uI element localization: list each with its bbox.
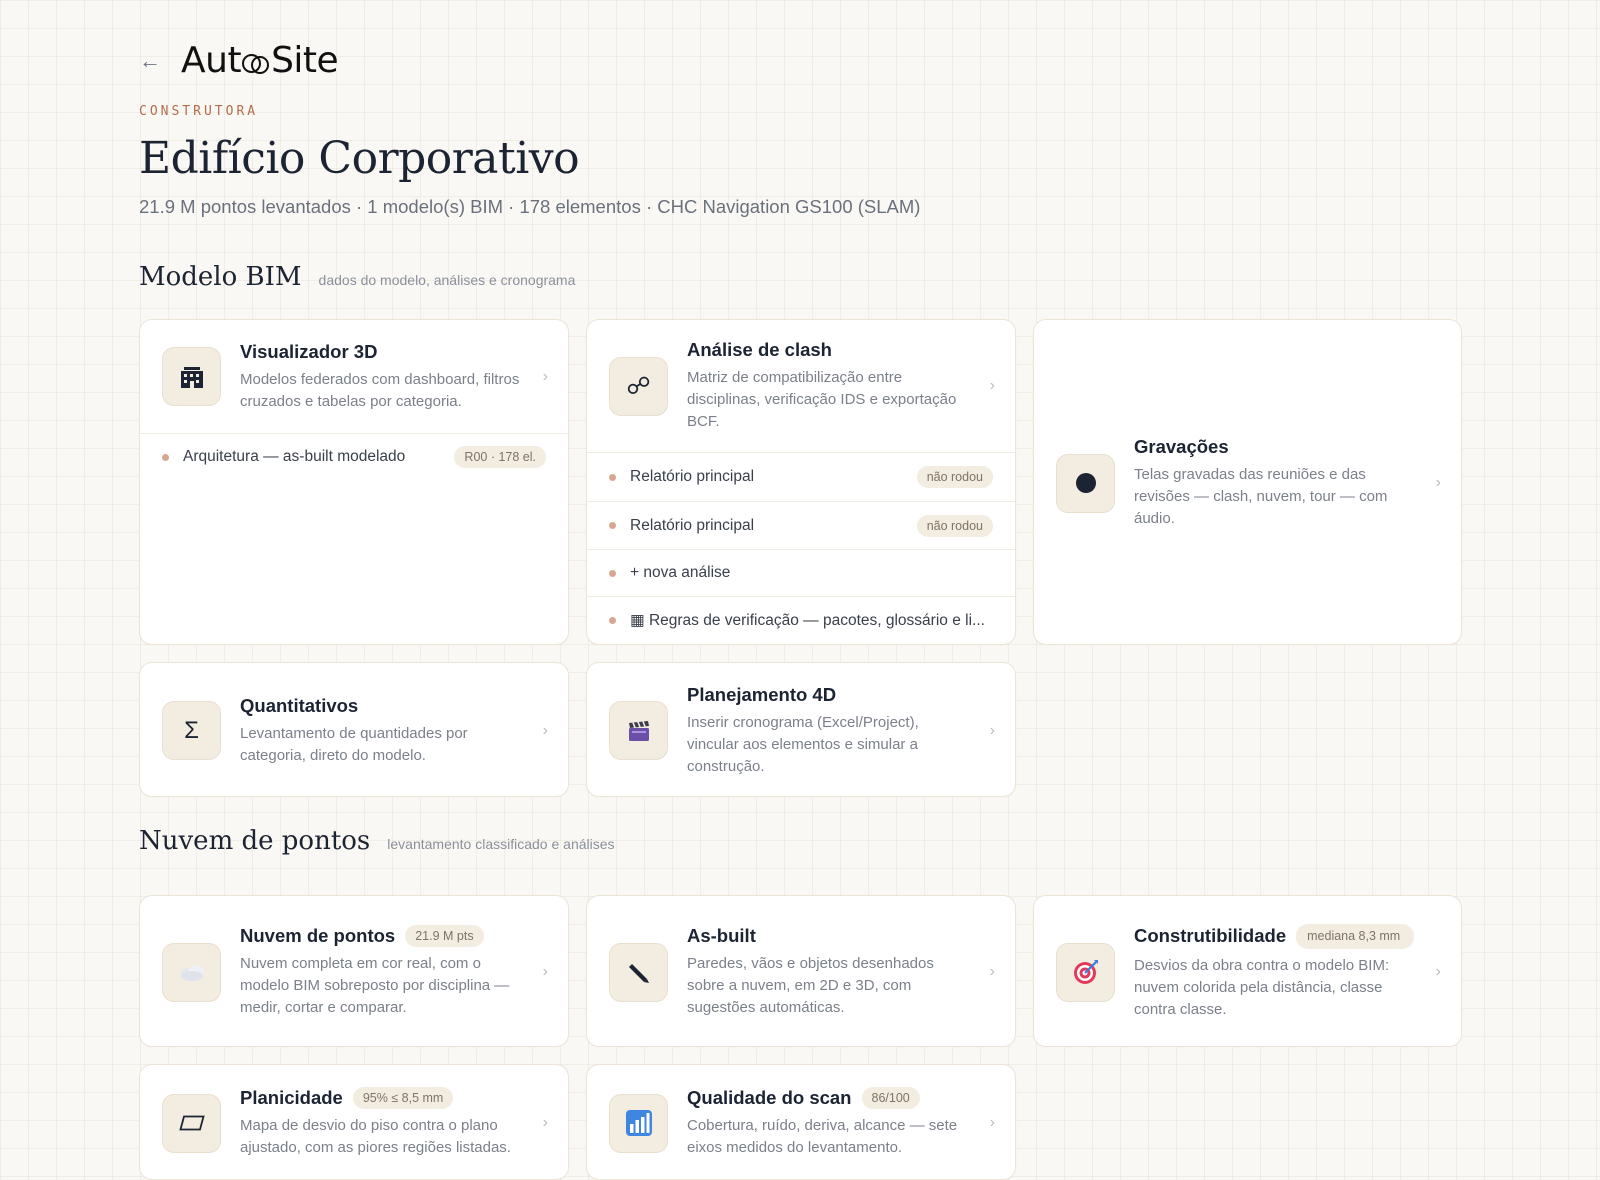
- status-badge: não rodou: [916, 466, 993, 488]
- card-title: Gravações: [1134, 436, 1229, 457]
- card-title: Planejamento 4D: [687, 683, 837, 705]
- chevron-right-icon: ›: [989, 721, 995, 739]
- section-hint: levantamento classificado e análises: [387, 836, 615, 852]
- card-scan-quality: Qualidade do scan 86/100 Cobertura, ruíd…: [586, 1064, 1016, 1180]
- model-row-label: Arquitetura — as-built modelado: [183, 448, 406, 465]
- page-title: Edifício Corporativo: [139, 133, 580, 184]
- verification-rules-label: ▦ Regras de verificação — pacotes, gloss…: [630, 612, 985, 629]
- bullet-dot: [609, 522, 616, 529]
- card-as-built-main[interactable]: As-built Paredes, vãos e objetos desenha…: [587, 896, 1015, 1046]
- point-count-badge: 21.9 M pts: [405, 925, 484, 947]
- card-viewer-3d-main[interactable]: Visualizador 3D Modelos federados com da…: [140, 320, 568, 433]
- card-constructability: Construtibilidade mediana 8,3 mm Desvios…: [1033, 895, 1462, 1047]
- parallelogram-icon: [162, 1093, 221, 1153]
- chevron-right-icon: ›: [1435, 963, 1441, 980]
- bullet-dot: [162, 453, 169, 461]
- card-point-cloud-main[interactable]: Nuvem de pontos 21.9 M pts Nuvem complet…: [140, 896, 568, 1046]
- card-title: Planicidade: [240, 1087, 343, 1108]
- chevron-right-icon: ›: [542, 963, 548, 980]
- cloud-icon: [162, 942, 221, 1002]
- card-description: Nuvem completa em cor real, com o modelo…: [240, 955, 510, 1016]
- card-scan-quality-main[interactable]: Qualidade do scan 86/100 Cobertura, ruíd…: [587, 1065, 1015, 1179]
- card-description: Paredes, vãos e objetos desenhados sobre…: [687, 955, 934, 1016]
- bar-chart-icon: [609, 1093, 668, 1153]
- card-title: Qualidade do scan: [687, 1087, 852, 1108]
- link-icon: ☍: [609, 356, 668, 416]
- card-as-built: As-built Paredes, vãos e objetos desenha…: [586, 895, 1016, 1047]
- report-label: Relatório principal: [630, 516, 755, 534]
- report-label: Relatório principal: [630, 468, 755, 485]
- card-4d-planning-main[interactable]: Planejamento 4D Inserir cronograma (Exce…: [587, 663, 1015, 796]
- card-title: Nuvem de pontos: [240, 925, 396, 946]
- card-title: Construtibilidade: [1134, 925, 1287, 946]
- score-badge: 86/100: [861, 1087, 920, 1109]
- project-summary: 21.9 M pontos levantados · 1 modelo(s) B…: [139, 196, 921, 217]
- verification-rules-row[interactable]: ▦ Regras de verificação — pacotes, gloss…: [587, 596, 1015, 644]
- pen-icon: [609, 942, 668, 1002]
- chevron-right-icon: ›: [542, 367, 548, 385]
- card-point-cloud: Nuvem de pontos 21.9 M pts Nuvem complet…: [139, 895, 569, 1047]
- card-description: Levantamento de quantidades por categori…: [240, 724, 468, 764]
- chevron-right-icon: ›: [1435, 474, 1441, 491]
- card-recordings: Gravações Telas gravadas das reuniões e …: [1033, 319, 1462, 645]
- card-recordings-main[interactable]: Gravações Telas gravadas das reuniões e …: [1034, 320, 1461, 644]
- card-flatness-main[interactable]: Planicidade 95% ≤ 8,5 mm Mapa de desvio …: [140, 1065, 568, 1179]
- section-hint: dados do modelo, análises e cronograma: [318, 272, 576, 288]
- card-description: Telas gravadas das reuniões e das revisõ…: [1134, 466, 1388, 527]
- card-clash-main[interactable]: ☍ Análise de clash Matriz de compatibili…: [587, 320, 1015, 452]
- card-flatness: Planicidade 95% ≤ 8,5 mm Mapa de desvio …: [139, 1064, 569, 1180]
- card-description: Inserir cronograma (Excel/Project), vinc…: [687, 713, 919, 775]
- chevron-right-icon: ›: [989, 963, 995, 980]
- card-title: Análise de clash: [687, 339, 832, 360]
- chevron-right-icon: ›: [542, 721, 548, 739]
- target-icon: [1056, 942, 1115, 1002]
- sigma-icon: Σ: [162, 701, 221, 760]
- card-description: Modelos federados com dashboard, filtros…: [240, 370, 520, 410]
- chevron-right-icon: ›: [989, 1114, 995, 1131]
- card-title: Visualizador 3D: [240, 340, 378, 362]
- card-description: Mapa de desvio do piso contra o plano aj…: [240, 1117, 511, 1156]
- model-row[interactable]: Arquitetura — as-built modelado R00 · 17…: [140, 433, 568, 480]
- card-title: As-built: [687, 925, 756, 946]
- status-badge: não rodou: [916, 514, 993, 537]
- section-cloud-header: Nuvem de pontos levantamento classificad…: [139, 826, 615, 856]
- logo[interactable]: Aut Site: [181, 40, 339, 81]
- card-clash-analysis: ☍ Análise de clash Matriz de compatibili…: [586, 319, 1016, 645]
- new-analysis-label: + nova análise: [630, 564, 731, 581]
- card-4d-planning: Planejamento 4D Inserir cronograma (Exce…: [586, 662, 1016, 797]
- chevron-right-icon: ›: [989, 377, 995, 394]
- section-title: Modelo BIM: [139, 262, 302, 292]
- company-label: CONSTRUTORA: [139, 104, 259, 119]
- topbar: ← Aut Site: [139, 40, 339, 81]
- bullet-dot: [609, 617, 616, 624]
- card-viewer-3d: Visualizador 3D Modelos federados com da…: [139, 319, 569, 645]
- back-arrow-icon[interactable]: ←: [139, 49, 161, 72]
- card-quantities-main[interactable]: Σ Quantitativos Levantamento de quantida…: [140, 663, 568, 796]
- page: ← Aut Site CONSTRUTORA Edifício Corporati…: [0, 0, 1600, 1180]
- card-title: Quantitativos: [240, 694, 359, 716]
- clash-report-row[interactable]: Relatório principal não rodou: [587, 452, 1015, 501]
- building-crane-icon: [162, 347, 221, 406]
- record-dot-icon: [1056, 453, 1115, 513]
- card-description: Matriz de compatibilização entre discipl…: [687, 369, 957, 430]
- new-analysis-row[interactable]: + nova análise: [587, 549, 1015, 596]
- card-description: Desvios da obra contra o modelo BIM: nuv…: [1134, 956, 1390, 1018]
- chevron-right-icon: ›: [542, 1114, 548, 1131]
- card-quantities: Σ Quantitativos Levantamento de quantida…: [139, 662, 569, 797]
- clapperboard-icon: [609, 701, 668, 760]
- clash-report-row[interactable]: Relatório principal não rodou: [587, 501, 1015, 549]
- section-bim-header: Modelo BIM dados do modelo, análises e c…: [139, 262, 575, 292]
- revision-badge: R00 · 178 el.: [454, 446, 546, 468]
- section-title: Nuvem de pontos: [139, 826, 371, 856]
- bullet-dot: [609, 473, 616, 481]
- card-constructability-main[interactable]: Construtibilidade mediana 8,3 mm Desvios…: [1034, 896, 1461, 1046]
- median-badge: mediana 8,3 mm: [1296, 923, 1415, 949]
- card-description: Cobertura, ruído, deriva, alcance — sete…: [687, 1117, 958, 1156]
- logo-rings-icon: [242, 50, 270, 78]
- bullet-dot: [609, 569, 616, 577]
- flatness-badge: 95% ≤ 8,5 mm: [352, 1087, 454, 1109]
